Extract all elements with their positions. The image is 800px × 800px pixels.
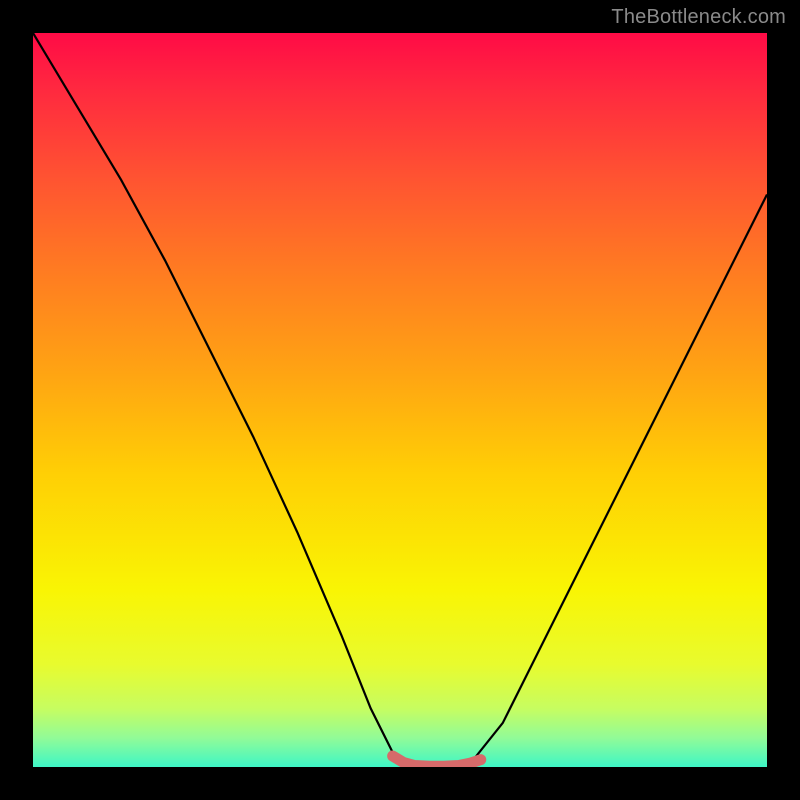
watermark-text: TheBottleneck.com — [611, 6, 786, 29]
ideal-start-dot — [387, 751, 397, 761]
chart-stage: TheBottleneck.com — [0, 0, 800, 800]
plot-area — [33, 33, 767, 767]
bottleneck-curve — [33, 33, 767, 767]
chart-overlay-svg — [33, 33, 767, 767]
ideal-band-marker — [393, 756, 481, 766]
